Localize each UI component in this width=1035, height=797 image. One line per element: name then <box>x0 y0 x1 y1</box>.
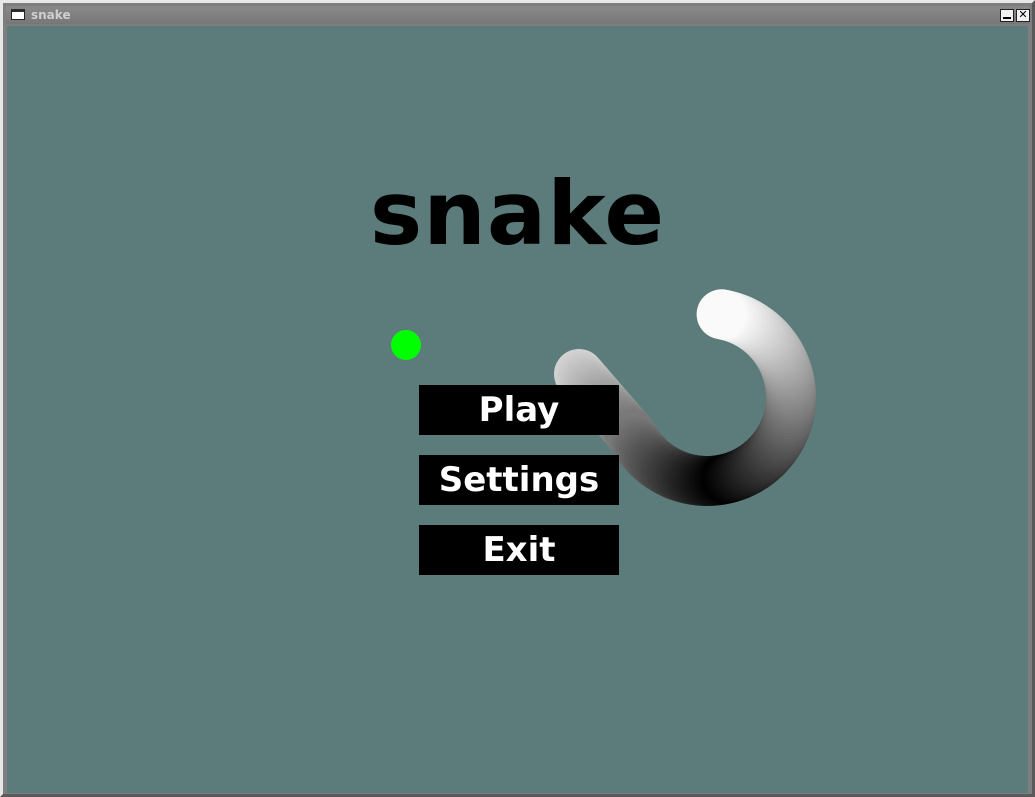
title-bar[interactable]: snake ✕ <box>6 6 1030 24</box>
close-button[interactable]: ✕ <box>1016 9 1030 22</box>
settings-button[interactable]: Settings <box>419 455 619 505</box>
minimize-button[interactable] <box>1000 9 1014 22</box>
minimize-icon <box>1003 17 1011 19</box>
snake-segment <box>696 289 747 340</box>
window-title: snake <box>31 8 71 22</box>
game-canvas: snake Play Settings Exit <box>7 26 1028 793</box>
play-button[interactable]: Play <box>419 385 619 435</box>
close-icon: ✕ <box>1018 8 1028 21</box>
exit-button[interactable]: Exit <box>419 525 619 575</box>
window-icon <box>11 9 25 20</box>
food-pellet <box>391 330 421 360</box>
